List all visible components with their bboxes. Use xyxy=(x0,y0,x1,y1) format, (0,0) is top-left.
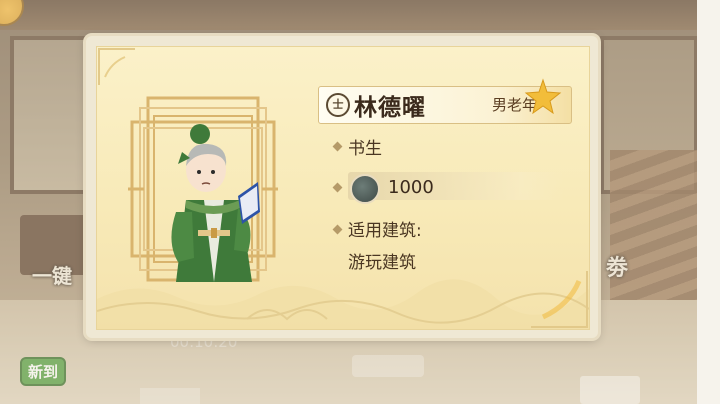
sparkle-star-icon xyxy=(524,78,562,114)
corner-ornament-top-left xyxy=(98,48,135,85)
scholar-character-portrait xyxy=(171,124,260,282)
building-value: 游玩建筑 xyxy=(348,253,416,273)
coin-value-strip xyxy=(348,172,564,200)
rank-seal-icon: 士 xyxy=(326,93,350,117)
corner-ornament-bottom-right xyxy=(531,271,588,328)
character-info-card: 士 林德曜 男老年 书生 1000 适用建筑: 游玩建筑 xyxy=(86,36,598,338)
character-name: 林德曜 xyxy=(354,95,426,121)
character-title: 书生 xyxy=(348,139,382,159)
jade-coin-icon xyxy=(350,174,380,204)
building-label: 适用建筑: xyxy=(348,221,422,241)
coin-value: 1000 xyxy=(388,177,434,198)
